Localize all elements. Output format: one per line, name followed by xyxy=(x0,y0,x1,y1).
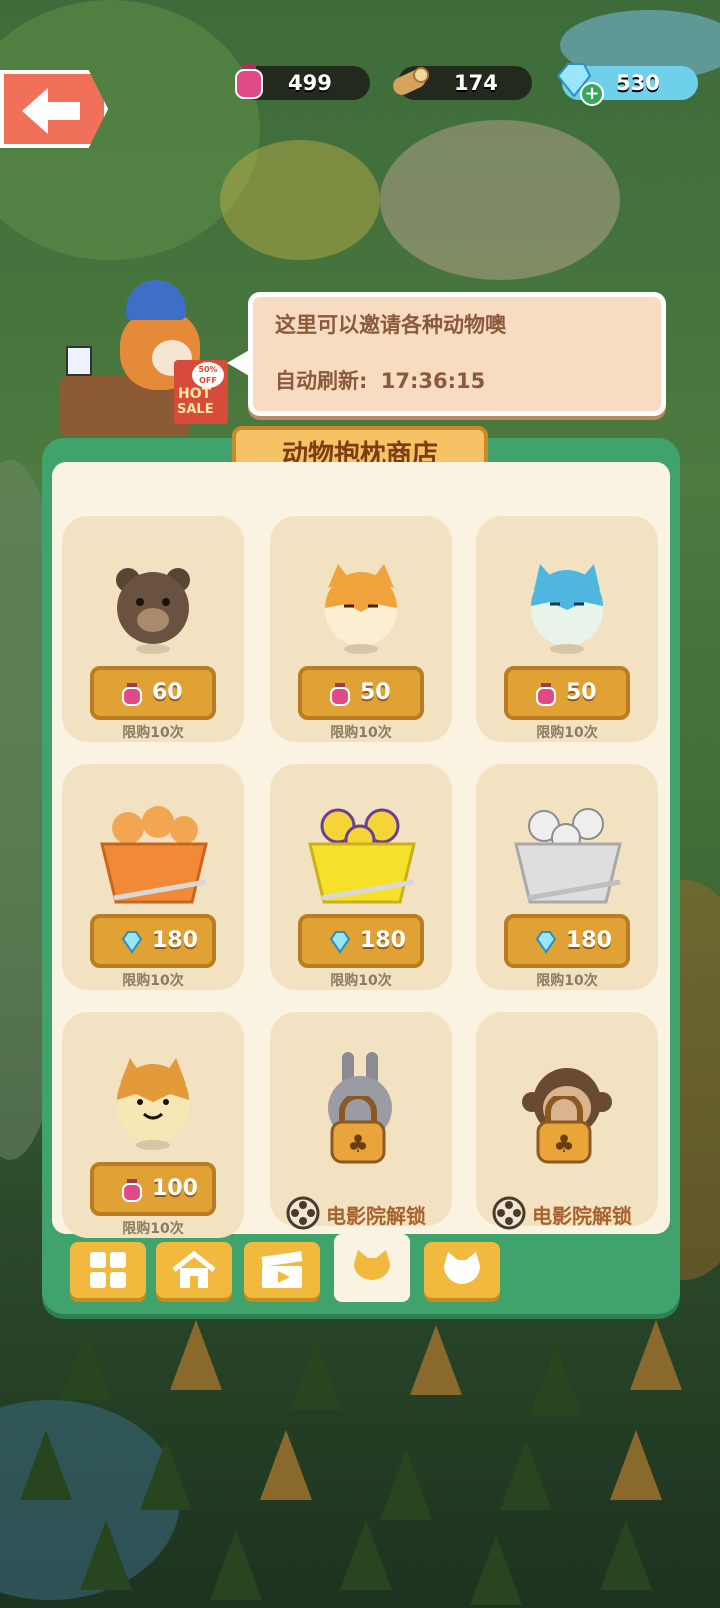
price: 180 xyxy=(360,928,406,953)
tab-home[interactable] xyxy=(156,1242,232,1298)
price: 180 xyxy=(152,928,198,953)
shop-item-yellow-bag[interactable]: 180 限购10次 xyxy=(270,764,452,990)
film-reel-icon xyxy=(286,1196,320,1230)
wood-counter: 174 xyxy=(393,66,532,100)
shiba-pillow-icon xyxy=(325,564,397,646)
shop-item-monkey-locked[interactable]: ♣ 电影院解锁 xyxy=(476,1012,658,1230)
purchase-limit: 限购10次 xyxy=(122,725,184,741)
house-icon xyxy=(172,1250,216,1288)
tab-animal-pillows[interactable] xyxy=(334,1234,410,1302)
price: 50 xyxy=(566,680,597,705)
refresh-time: 17:36:15 xyxy=(380,369,486,393)
price: 180 xyxy=(566,928,612,953)
potion-counter: 499 xyxy=(235,64,370,100)
buy-button[interactable]: 50 xyxy=(504,666,630,720)
potion-icon xyxy=(536,683,556,706)
refresh-timer: 自动刷新: 17:36:15 xyxy=(275,365,485,395)
potion-icon xyxy=(122,1179,142,1202)
film-reel-icon xyxy=(492,1196,526,1230)
shopkeeper-speech-bubble: 这里可以邀请各种动物噢 自动刷新: 17:36:15 xyxy=(227,292,666,416)
potion-icon xyxy=(330,683,350,706)
cat-head-icon xyxy=(354,1250,390,1280)
svg-text:♣: ♣ xyxy=(347,1130,369,1158)
tab-cinema[interactable] xyxy=(244,1242,320,1298)
white-bag-bundle-icon xyxy=(514,808,622,904)
buy-button[interactable]: 100 xyxy=(90,1162,216,1216)
gem-icon xyxy=(535,931,557,954)
hot-label: HOT xyxy=(178,386,212,402)
buy-button[interactable]: 60 xyxy=(90,666,216,720)
gem-counter: + 530 xyxy=(556,63,698,106)
padlock-icon: ♣ xyxy=(330,1096,386,1164)
gem-icon xyxy=(329,931,351,954)
tab-all[interactable] xyxy=(70,1242,146,1298)
unlock-text: 电影院解锁 xyxy=(326,1204,426,1228)
orange-bag-bundle-icon xyxy=(100,806,208,904)
refresh-label: 自动刷新: xyxy=(275,369,368,393)
purchase-limit: 限购10次 xyxy=(536,725,598,741)
bear-pillow-icon xyxy=(116,568,190,644)
animal-pillow-shop-panel: 动物抱枕商店 60 限购10次 50 限购10次 50 限购10次 180 限购… xyxy=(42,426,680,1314)
buy-button[interactable]: 180 xyxy=(90,914,216,968)
shop-grid: 60 限购10次 50 限购10次 50 限购10次 180 限购10次 180… xyxy=(52,462,670,1238)
shop-item-bear[interactable]: 60 限购10次 xyxy=(62,516,244,742)
hot-sale-sign: 50% OFF HOT SALE xyxy=(174,360,228,424)
tab-cat[interactable] xyxy=(424,1242,500,1298)
discount-badge: 50% OFF xyxy=(192,362,224,388)
cat-face-icon xyxy=(444,1252,480,1284)
cinema-unlock-label: 电影院解锁 xyxy=(492,1196,662,1230)
arrow-left-icon xyxy=(22,88,80,134)
shop-item-rabbit-locked[interactable]: ♣ 电影院解锁 xyxy=(270,1012,452,1230)
price: 50 xyxy=(360,680,391,705)
shop-item-white-bag[interactable]: 180 限购10次 xyxy=(476,764,658,990)
purchase-limit: 限购10次 xyxy=(122,973,184,989)
sale-label: SALE xyxy=(177,402,214,417)
potion-amount: 499 xyxy=(288,71,332,95)
blue-cat-pillow-icon xyxy=(531,564,603,646)
clapper-icon xyxy=(261,1251,303,1288)
shop-item-dog-face[interactable]: 100 限购10次 xyxy=(62,1012,244,1238)
unlock-text: 电影院解锁 xyxy=(532,1204,632,1228)
buy-button[interactable]: 50 xyxy=(298,666,424,720)
buy-button[interactable]: 180 xyxy=(298,914,424,968)
padlock-icon: ♣ xyxy=(536,1096,592,1164)
back-button[interactable] xyxy=(0,70,108,148)
shop-item-shiba[interactable]: 50 限购10次 xyxy=(270,516,452,742)
shop-item-blue-cat[interactable]: 50 限购10次 xyxy=(476,516,658,742)
qr-code-icon xyxy=(66,346,92,376)
gem-icon xyxy=(121,931,143,954)
cinema-unlock-label: 电影院解锁 xyxy=(286,1196,456,1230)
gem-amount: 530 xyxy=(616,71,660,95)
grid-icon xyxy=(90,1252,126,1288)
potion-icon xyxy=(235,64,263,99)
purchase-limit: 限购10次 xyxy=(330,725,392,741)
svg-text:♣: ♣ xyxy=(553,1130,575,1158)
yellow-bag-bundle-icon xyxy=(308,808,416,904)
purchase-limit: 限购10次 xyxy=(122,1221,184,1237)
potion-icon xyxy=(122,683,142,706)
wood-log-icon xyxy=(393,67,429,95)
shop-item-orange-bag[interactable]: 180 限购10次 xyxy=(62,764,244,990)
price: 100 xyxy=(152,1176,198,1201)
wood-amount: 174 xyxy=(454,71,498,95)
price: 60 xyxy=(152,680,183,705)
dog-face-pillow-icon xyxy=(117,1058,189,1142)
add-gems-button[interactable]: + xyxy=(580,82,604,106)
purchase-limit: 限购10次 xyxy=(330,973,392,989)
purchase-limit: 限购10次 xyxy=(536,973,598,989)
buy-button[interactable]: 180 xyxy=(504,914,630,968)
bubble-message: 这里可以邀请各种动物噢 xyxy=(275,313,506,337)
